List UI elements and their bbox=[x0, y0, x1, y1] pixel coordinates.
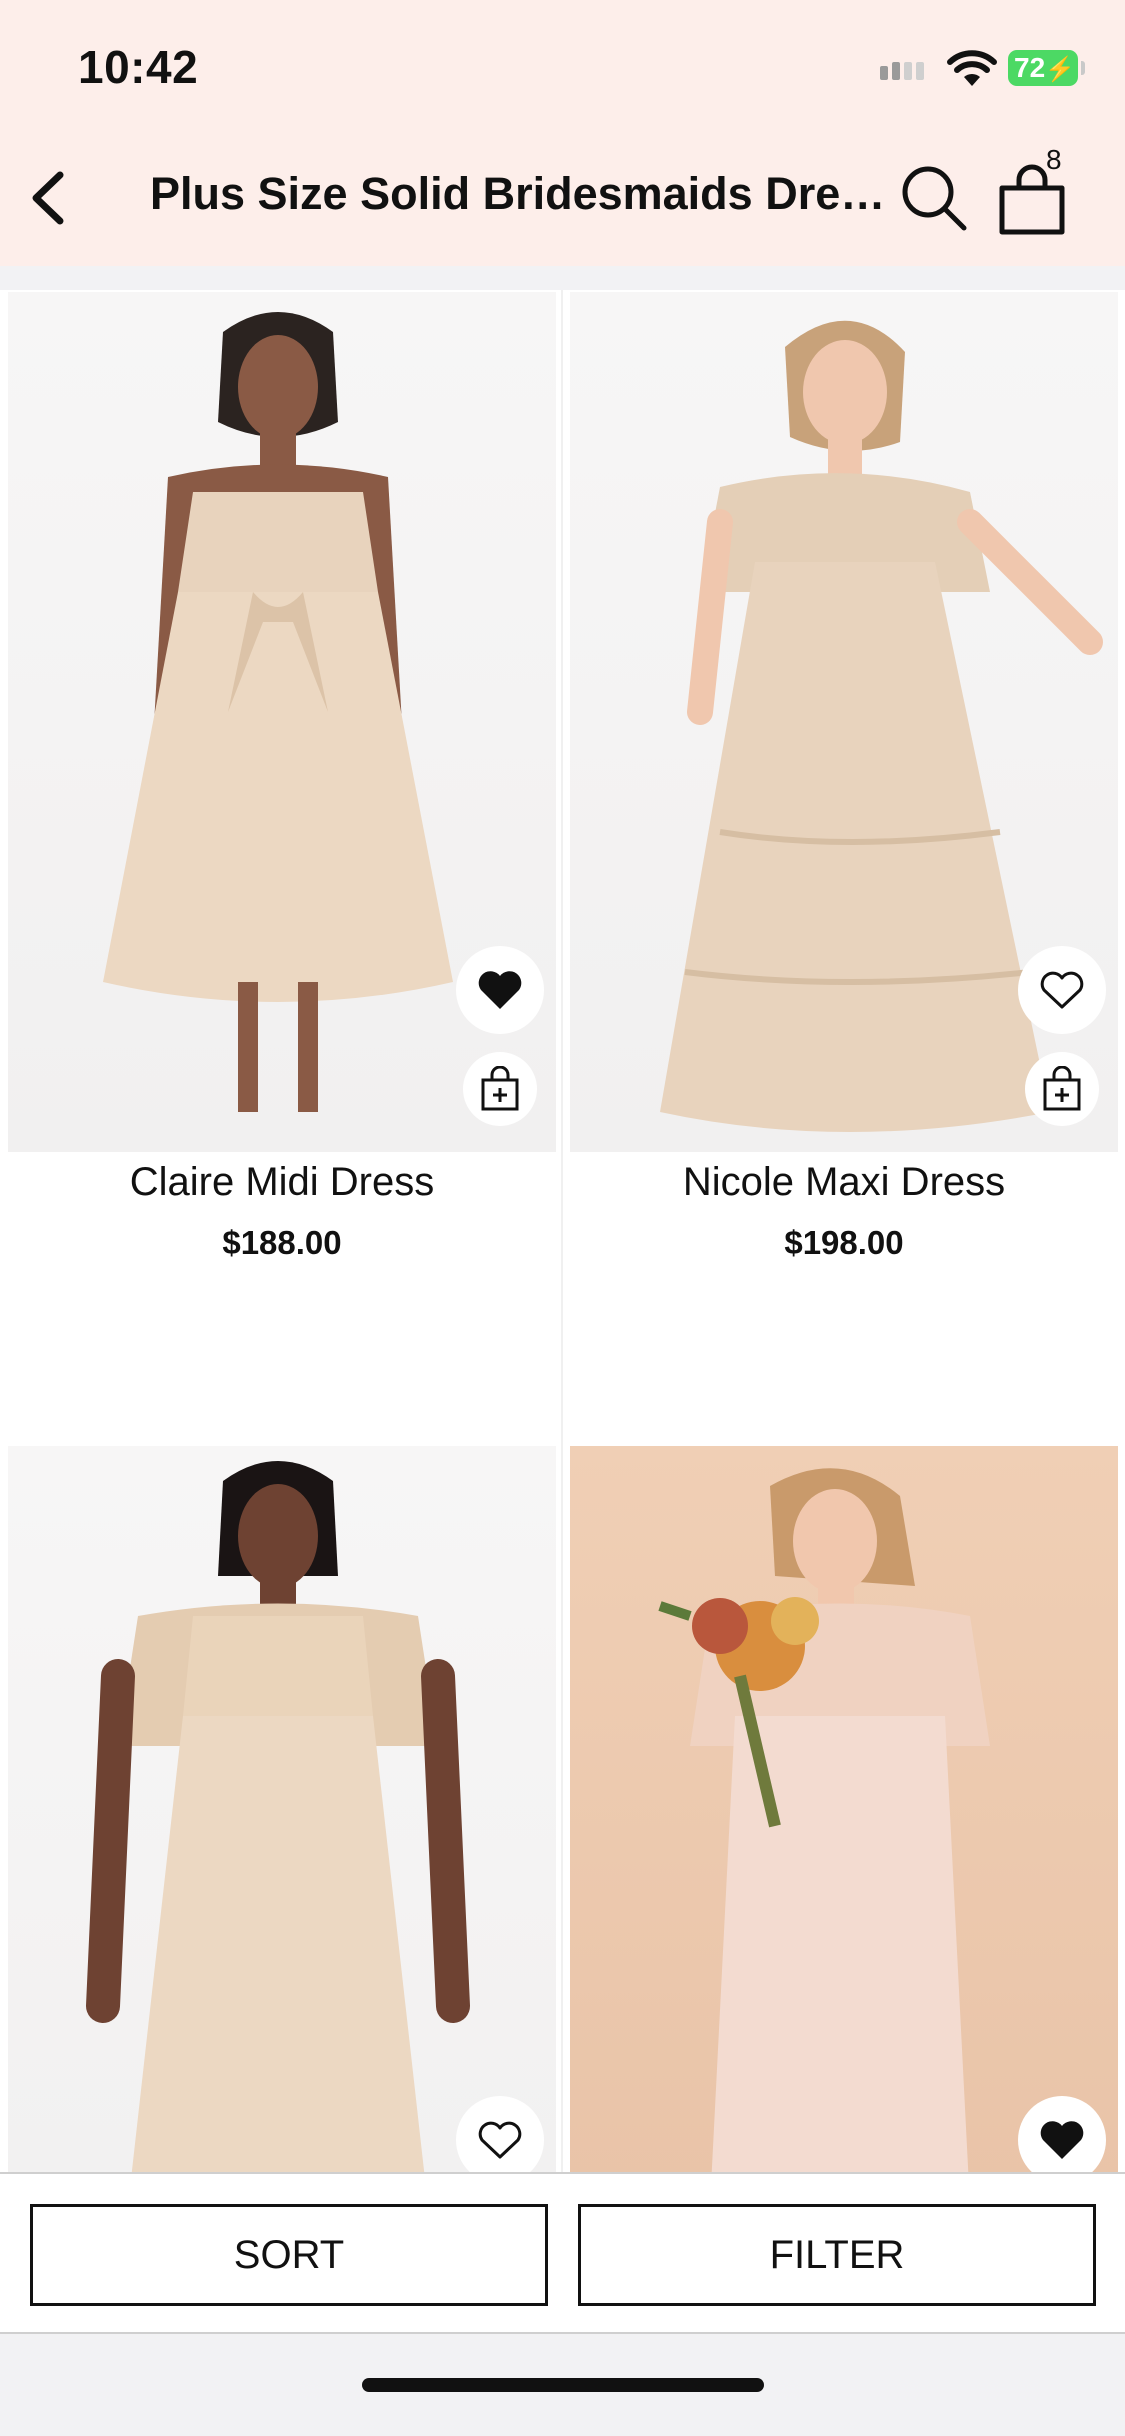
product-name[interactable]: Claire Midi Dress bbox=[8, 1160, 556, 1205]
search-icon[interactable] bbox=[896, 160, 972, 236]
sort-filter-bar: SORT FILTER bbox=[0, 2172, 1125, 2334]
product-image[interactable] bbox=[8, 1446, 556, 2176]
add-to-bag-icon bbox=[481, 1066, 519, 1111]
status-bar: 10:42 72⚡ bbox=[0, 0, 1125, 130]
product-price: $188.00 bbox=[222, 1224, 342, 1261]
home-indicator-area bbox=[0, 2334, 1125, 2436]
add-to-bag-button[interactable] bbox=[1025, 1052, 1099, 1126]
wishlist-button[interactable] bbox=[1018, 946, 1106, 1034]
add-to-bag-icon bbox=[1043, 1066, 1081, 1111]
add-to-bag-button[interactable] bbox=[463, 1052, 537, 1126]
cart-count-badge: 8 bbox=[1046, 144, 1062, 175]
grid-divider bbox=[561, 290, 563, 2176]
home-indicator[interactable] bbox=[362, 2378, 764, 2392]
cellular-signal-icon bbox=[880, 62, 928, 80]
wishlist-button[interactable] bbox=[456, 2096, 544, 2176]
product-grid: Claire Midi Dress $188.00 Nicole Maxi Dr… bbox=[0, 290, 1125, 2176]
battery-level: 72 bbox=[1014, 52, 1046, 83]
wifi-icon bbox=[947, 50, 997, 86]
product-price: $198.00 bbox=[784, 1224, 904, 1261]
nav-bar: Plus Size Solid Bridesmaids Dres... 8 bbox=[0, 130, 1125, 266]
page-title: Plus Size Solid Bridesmaids Dres... bbox=[150, 168, 890, 219]
battery-indicator: 72⚡ bbox=[1008, 50, 1085, 86]
filter-button[interactable]: FILTER bbox=[578, 2204, 1096, 2306]
heart-icon bbox=[1040, 2121, 1084, 2159]
heart-icon bbox=[478, 971, 522, 1009]
charging-bolt-icon: ⚡ bbox=[1045, 56, 1076, 83]
heart-icon bbox=[1040, 971, 1084, 1009]
product-image[interactable] bbox=[570, 1446, 1118, 2176]
wishlist-button[interactable] bbox=[1018, 2096, 1106, 2176]
back-chevron-icon[interactable] bbox=[22, 165, 82, 231]
heart-icon bbox=[478, 2121, 522, 2159]
product-name[interactable]: Nicole Maxi Dress bbox=[570, 1160, 1118, 1205]
sort-button[interactable]: SORT bbox=[30, 2204, 548, 2306]
wishlist-button[interactable] bbox=[456, 946, 544, 1034]
status-time: 10:42 bbox=[78, 41, 199, 93]
